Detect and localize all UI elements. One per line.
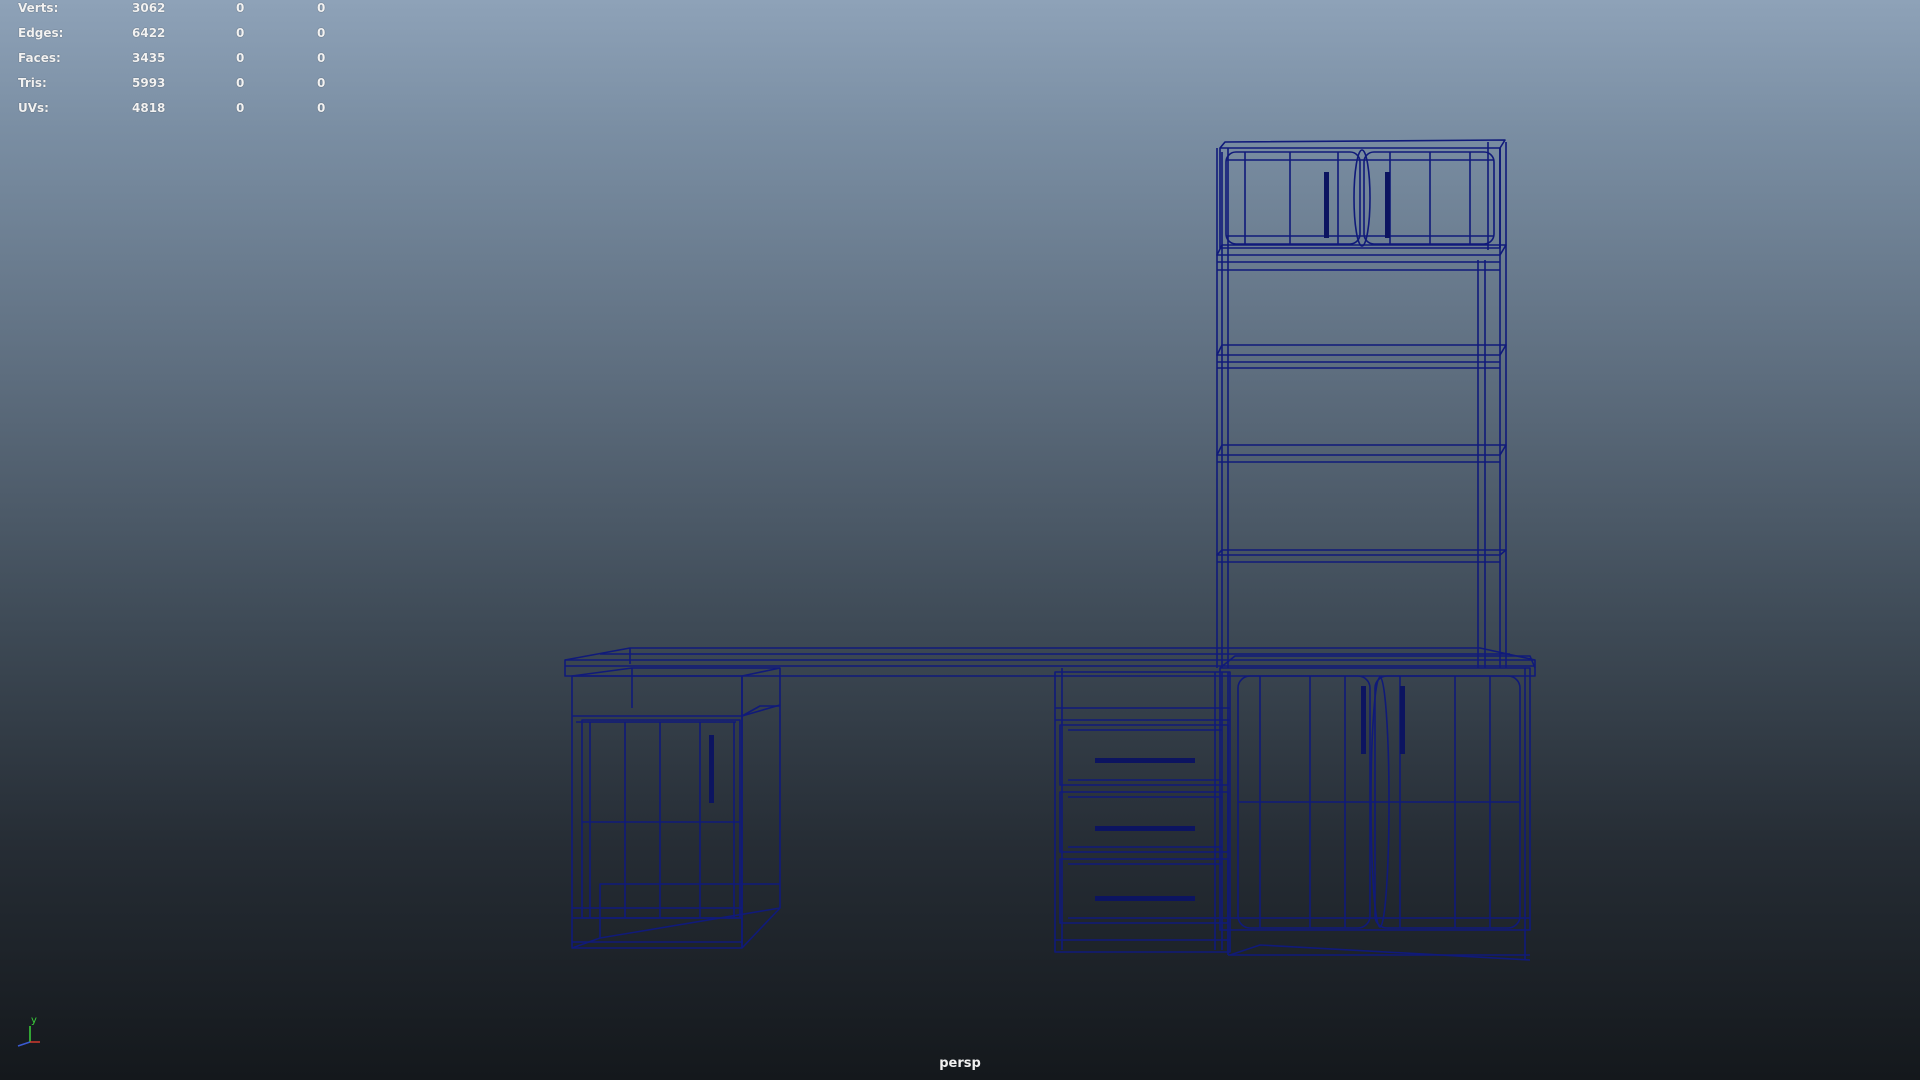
upper-cabinet-handle [1385, 172, 1390, 238]
camera-name-label: persp [939, 1056, 981, 1071]
right-base-handle [1361, 686, 1366, 754]
right-base-cabinet[interactable] [1219, 655, 1536, 961]
drawer-handle [1095, 896, 1195, 901]
desktop-slab[interactable] [564, 647, 1536, 677]
maya-perspective-viewport[interactable]: Verts: 3062 0 0 Edges: 6422 0 0 Faces: 3… [0, 0, 1920, 1080]
right-base-handle [1400, 686, 1405, 754]
bookshelf-hutch[interactable] [1216, 142, 1507, 668]
desk-wireframe-model[interactable] [0, 0, 1920, 1080]
drawer-unit[interactable] [1054, 668, 1231, 953]
drawer-handle [1095, 758, 1195, 763]
axis-gizmo-graphic [17, 1026, 40, 1047]
axis-y-label: y [31, 1015, 37, 1026]
upper-cabinet[interactable] [1219, 139, 1506, 250]
left-cabinet[interactable] [571, 667, 781, 949]
left-cabinet-handle [709, 735, 714, 803]
upper-cabinet-handle [1324, 172, 1329, 238]
axis-gizmo: y [6, 1012, 46, 1052]
drawer-handle [1095, 826, 1195, 831]
